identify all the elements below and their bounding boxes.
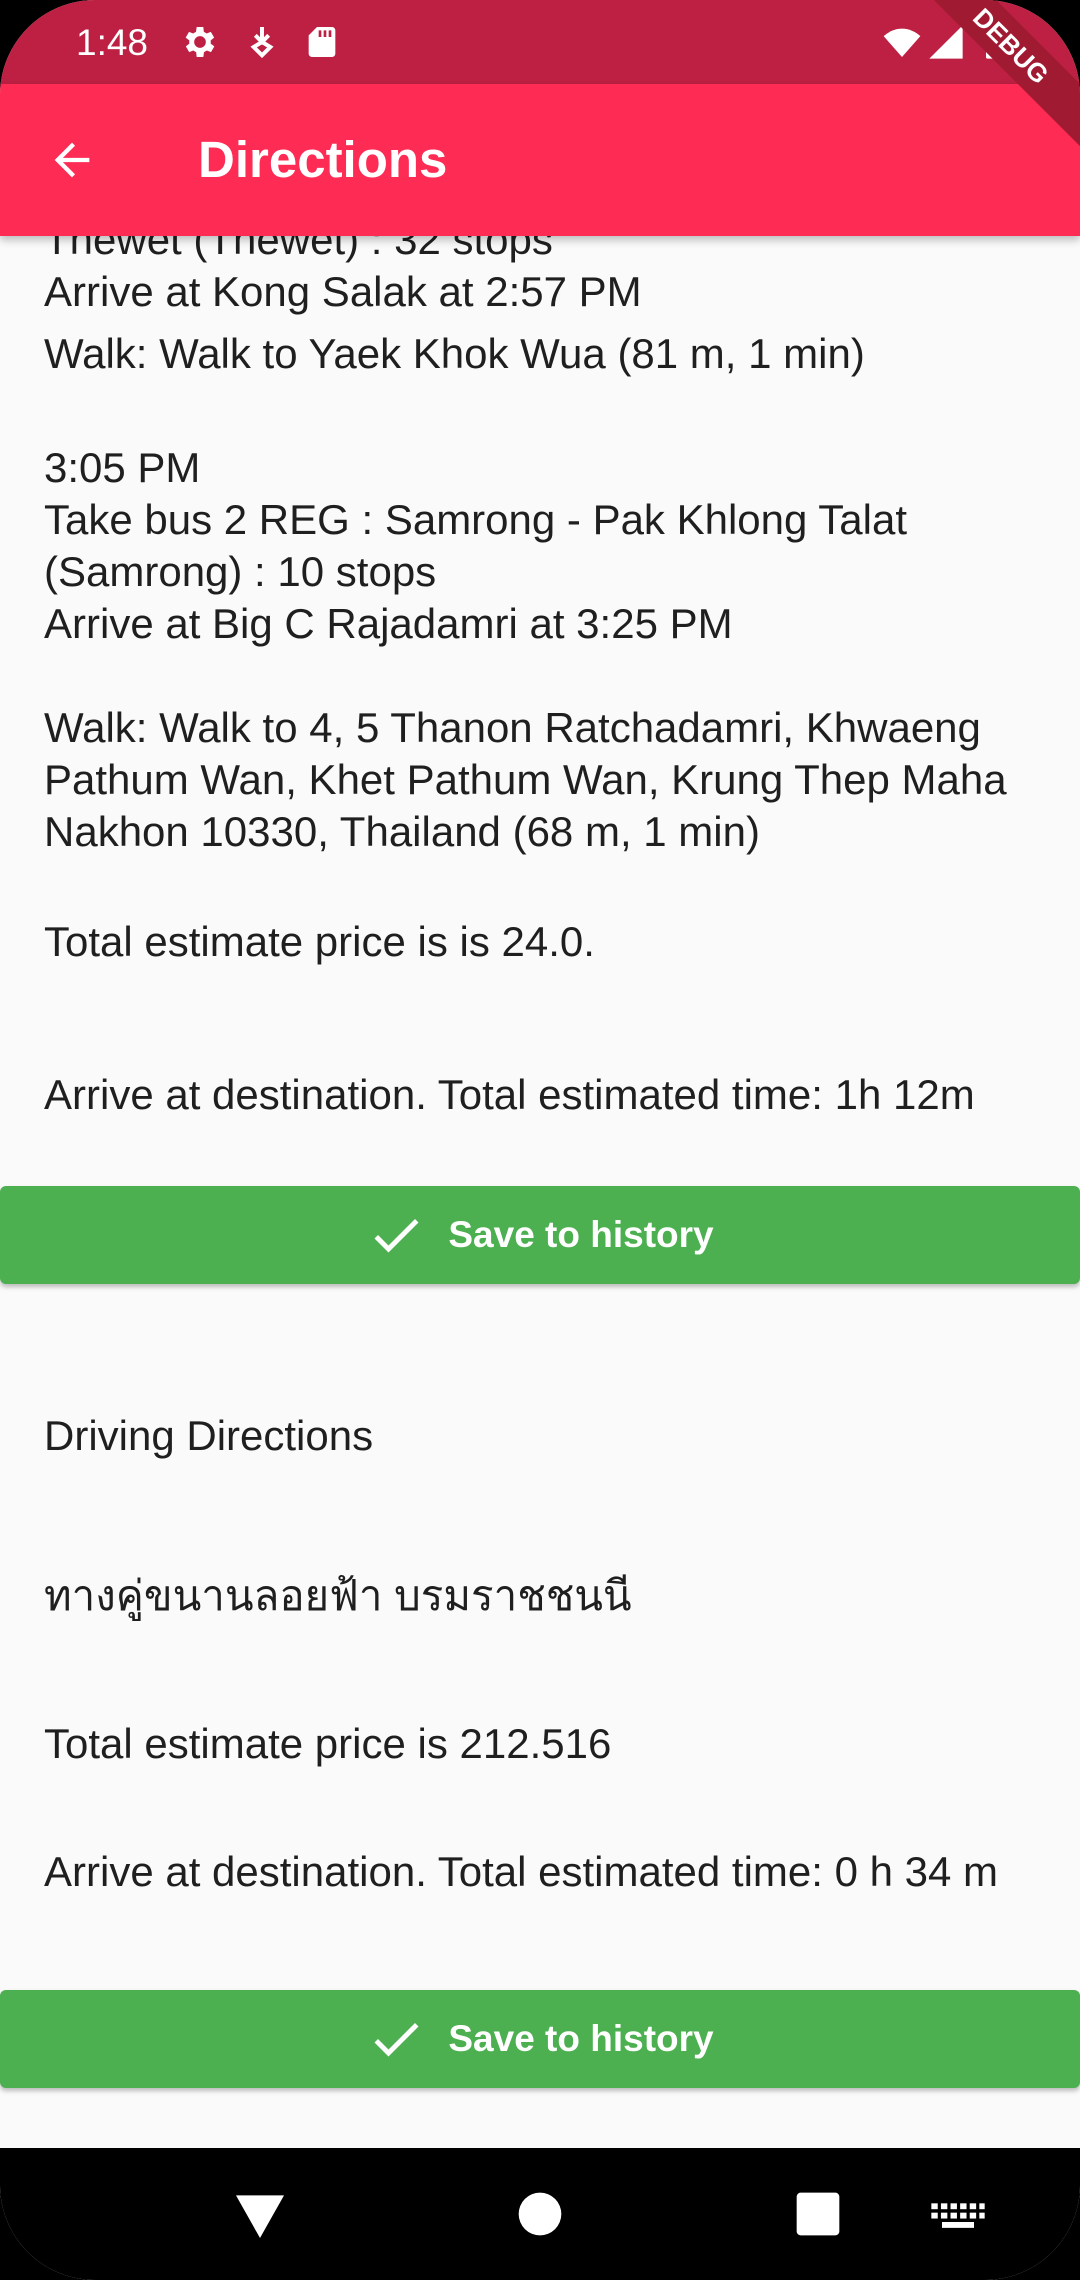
signal-icon — [926, 22, 966, 62]
driving-total-time: Arrive at destination. Total estimated t… — [44, 1848, 999, 1895]
walk-text: Walk: Walk to Yaek Khok Wua (81 m, 1 min… — [44, 330, 865, 377]
keyboard-icon[interactable] — [926, 2182, 990, 2246]
status-time: 1:48 — [76, 22, 149, 63]
check-icon — [366, 2009, 426, 2069]
back-triangle-icon[interactable] — [228, 2182, 292, 2246]
transit-step-walk-final: Walk: Walk to 4, 5 Thanon Ratchadamri, K… — [44, 702, 1044, 858]
save-button-label: Save to history — [448, 1214, 714, 1255]
system-nav-bar — [0, 2148, 1080, 2280]
back-button[interactable] — [34, 122, 110, 198]
walk-text: Walk: Walk to 4, 5 Thanon Ratchadamri, K… — [44, 704, 1019, 855]
arrow-back-icon — [54, 142, 90, 178]
check-icon — [366, 1205, 426, 1265]
save-driving-to-history-button[interactable]: Save to history — [0, 1990, 1080, 2088]
transit-step-walk: Walk: Walk to Yaek Khok Wua (81 m, 1 min… — [44, 328, 1044, 380]
recents-square-icon[interactable] — [786, 2182, 850, 2246]
transit-total-time: Arrive at destination. Total estimated t… — [44, 1071, 975, 1118]
app-bar: Directions — [0, 84, 1080, 236]
transit-step-bus: 3:05 PM Take bus 2 REG : Samrong - Pak K… — [44, 442, 1044, 650]
driving-route: ทางคู่ขนานลอยฟ้า บรมราชชนนี — [44, 1572, 632, 1619]
bus-departure-time: 3:05 PM — [44, 444, 201, 491]
step-stops-text: Thewet (Thewet) : 32 stops — [44, 236, 553, 263]
gear-icon — [180, 22, 220, 62]
driving-heading: Driving Directions — [44, 1412, 374, 1459]
step-arrive-text: Arrive at Kong Salak at 2:57 PM — [44, 268, 642, 315]
bus-route-text: Take bus 2 REG : Samrong - Pak Khlong Ta… — [44, 496, 919, 595]
phone-screen: 1:48 Directions DEBUG Thewet (Thewet): … — [0, 0, 1080, 2280]
save-transit-to-history-button[interactable]: Save to history — [0, 1186, 1080, 1284]
bus-arrive-text: Arrive at Big C Rajadamri at 3:25 PM — [44, 600, 733, 647]
home-circle-icon[interactable] — [508, 2182, 572, 2246]
save-button-label: Save to history — [448, 2018, 714, 2059]
transit-price: Total estimate price is is 24.0. — [44, 918, 595, 965]
status-bar: 1:48 — [0, 0, 1080, 84]
page-title: Directions — [198, 131, 448, 188]
wifi-icon — [882, 22, 922, 62]
directions-list[interactable]: Thewet (Thewet) : 32 stops Arrive at Kon… — [0, 236, 1080, 2148]
usb-download-icon — [242, 22, 282, 62]
sd-card-icon — [302, 22, 342, 62]
transit-step-ride: Thewet (Thewet) : 32 stops Arrive at Kon… — [44, 236, 1044, 318]
driving-price: Total estimate price is 212.516 — [44, 1720, 612, 1767]
